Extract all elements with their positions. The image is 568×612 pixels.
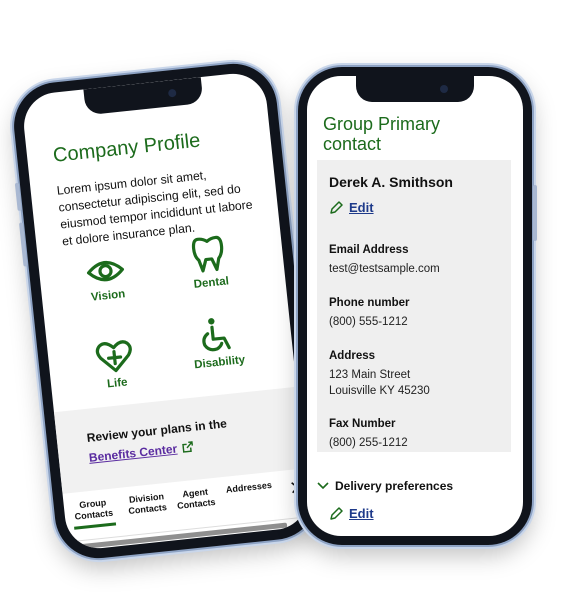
address-value: 123 Main Street Louisville KY 45230 (329, 369, 430, 397)
tab-agent-contacts[interactable]: Agent Contacts (175, 486, 217, 512)
plan-dental[interactable]: Dental (167, 231, 252, 293)
tooth-icon (191, 235, 224, 273)
email-label: Email Address (329, 244, 409, 256)
contact-card: Derek A. Smithson Edit Email Address tes… (317, 160, 511, 452)
page-title: Group Primary contact (323, 114, 441, 154)
edit-delivery-button[interactable]: Edit (329, 506, 374, 521)
screen: Company Profile Lorem ipsum dolor sit am… (20, 70, 312, 552)
plan-vision[interactable]: Vision (64, 252, 148, 306)
phone-notch (83, 77, 204, 116)
eye-icon (86, 261, 125, 282)
email-value: test@testsample.com (329, 263, 440, 275)
pencil-icon (330, 506, 343, 520)
plan-label: Dental (193, 275, 230, 291)
phone-group-primary-contact: Group Primary contact Derek A. Smithson … (298, 67, 537, 545)
tab-group-contacts[interactable]: Group Contacts (71, 496, 117, 530)
tab-addresses[interactable]: Addresses (221, 479, 278, 496)
phone-value: (800) 555-1212 (329, 316, 408, 328)
heart-plus-icon (95, 340, 132, 373)
plan-label: Life (106, 376, 129, 391)
tab-division-contacts[interactable]: Division Contacts (123, 491, 171, 518)
plan-label: Vision (90, 288, 126, 304)
phone-side-button (533, 185, 537, 241)
wheelchair-icon (202, 318, 231, 352)
chevron-down-icon (317, 482, 329, 490)
page-title: Company Profile (52, 129, 202, 167)
external-link-icon[interactable] (182, 441, 194, 453)
contact-name: Derek A. Smithson (329, 174, 453, 190)
phone-side-button (18, 222, 28, 267)
fax-label: Fax Number (329, 418, 396, 430)
plan-life[interactable]: Life (73, 336, 158, 394)
phone-side-button (14, 182, 22, 211)
delivery-preferences-toggle[interactable]: Delivery preferences (317, 479, 453, 493)
plan-label: Disability (193, 354, 246, 372)
delivery-preferences-label: Delivery preferences (335, 479, 454, 493)
plan-disability[interactable]: Disability (175, 313, 260, 373)
edit-contact-button[interactable]: Edit (329, 200, 374, 215)
address-label: Address (329, 350, 376, 362)
review-text: Review your plans in the (86, 416, 228, 445)
pencil-icon (330, 200, 343, 214)
screen: Group Primary contact Derek A. Smithson … (307, 76, 523, 536)
phone-notch (356, 76, 474, 102)
benefits-center-link[interactable]: Benefits Center (88, 442, 178, 465)
fax-value: (800) 255-1212 (329, 437, 408, 449)
phone-label: Phone number (329, 297, 410, 309)
edit-link[interactable]: Edit (349, 200, 374, 215)
phone-company-profile: Company Profile Lorem ipsum dolor sit am… (9, 59, 323, 563)
edit-link[interactable]: Edit (349, 506, 374, 521)
